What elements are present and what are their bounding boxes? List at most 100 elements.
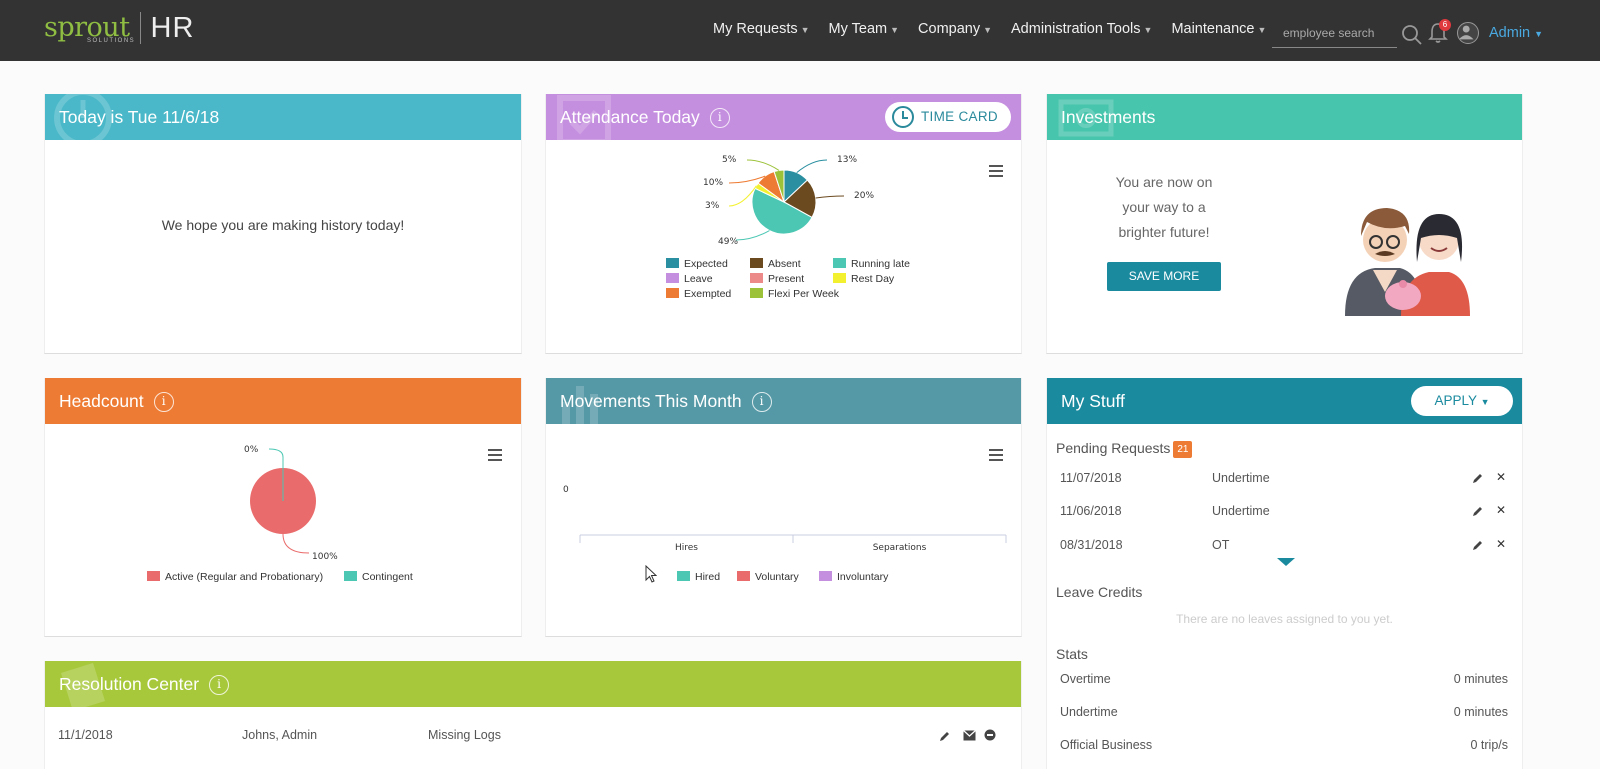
user-menu[interactable]: Admin ▼ <box>1489 25 1543 41</box>
show-more-caret-icon[interactable] <box>1277 558 1295 566</box>
menu-label: Maintenance <box>1171 21 1255 37</box>
legend-item[interactable]: Absent <box>750 258 801 270</box>
close-icon[interactable]: ✕ <box>1496 503 1506 517</box>
attendance-card: Attendance Today i TIME CARD ▼ 13% 20% 49% 3… <box>545 94 1022 354</box>
my-stuff-card: My Stuff APPLY ▼ Pending Requests 21 11/0… <box>1046 378 1523 769</box>
y-tick-label: 0 <box>563 485 569 495</box>
card-title: Movements This Month <box>560 391 742 411</box>
search-icon[interactable] <box>1401 24 1423 46</box>
legend-item[interactable]: Exempted <box>666 288 731 300</box>
main-menu: My Requests ▼ My Team ▼ Company ▼ Administr… <box>713 21 1285 37</box>
pie-connector <box>796 159 828 174</box>
legend-label: Rest Day <box>851 273 895 285</box>
pencil-icon[interactable] <box>1472 505 1484 517</box>
pie-label: 5% <box>722 155 737 165</box>
legend-swatch <box>666 258 679 268</box>
pencil-icon[interactable] <box>1472 472 1484 484</box>
legend-item[interactable]: Expected <box>666 258 728 270</box>
pie-connector <box>815 195 845 199</box>
time-card-button[interactable]: TIME CARD ▼ <box>885 102 1011 132</box>
legend-swatch <box>737 571 750 581</box>
pending-requests-title: Pending Requests 21 <box>1056 440 1193 458</box>
menu-company[interactable]: Company ▼ <box>918 21 992 37</box>
legend-item[interactable]: Contingent <box>344 571 413 583</box>
movements-card: Movements This Month i 0 Hires Separations … <box>545 378 1022 637</box>
pie-label: 100% <box>312 552 338 562</box>
legend-swatch <box>666 288 679 298</box>
resolution-header: Resolution Center i <box>45 661 1021 707</box>
user-name: Admin <box>1489 25 1531 41</box>
close-icon[interactable]: ✕ <box>1496 470 1506 484</box>
top-navbar: sprout SOLUTIONS HR My Requests ▼ My Team… <box>0 0 1600 61</box>
pie-label: 49% <box>718 237 738 247</box>
pie-connector <box>282 533 310 554</box>
legend-label: Voluntary <box>755 571 799 583</box>
movements-legend: Hired Voluntary Involuntary <box>677 571 977 587</box>
my-stuff-header: My Stuff APPLY ▼ <box>1047 378 1522 424</box>
employee-search-input[interactable] <box>1272 18 1397 48</box>
menu-my-team[interactable]: My Team ▼ <box>829 21 899 37</box>
card-title: Today is Tue 11/6/18 <box>59 107 220 127</box>
today-header: Today is Tue 11/6/18 <box>45 94 521 140</box>
legend-item[interactable]: Voluntary <box>737 571 799 583</box>
leave-credits-title: Leave Credits <box>1056 584 1143 600</box>
envelope-icon[interactable] <box>963 730 976 741</box>
legend-item[interactable]: Rest Day <box>833 273 894 285</box>
info-icon[interactable]: i <box>209 675 230 695</box>
caret-down-icon: ▼ <box>1143 25 1153 35</box>
button-label: TIME CARD <box>921 109 998 124</box>
legend-item[interactable]: Involuntary <box>819 571 888 583</box>
legend-label: Contingent <box>362 571 413 583</box>
section-label: Pending Requests <box>1056 440 1171 456</box>
card-title: Resolution Center <box>59 674 200 694</box>
headcount-legend: Active (Regular and Probationary) Conting… <box>147 571 447 587</box>
stat-value: 0 minutes <box>1453 705 1508 719</box>
couple-illustration-icon <box>1345 208 1470 316</box>
menu-label: My Team <box>828 21 888 37</box>
stat-label: Official Business <box>1060 738 1153 752</box>
request-type: Undertime <box>1212 471 1270 485</box>
pencil-icon[interactable] <box>939 730 951 742</box>
legend-swatch <box>819 571 832 581</box>
avatar[interactable] <box>1457 22 1479 44</box>
legend-swatch <box>833 258 846 268</box>
investments-header: Investments <box>1047 94 1522 140</box>
save-more-button[interactable]: SAVE MORE <box>1107 262 1221 291</box>
pie-label: 20% <box>854 191 874 201</box>
request-type: Undertime <box>1212 504 1270 518</box>
close-icon[interactable]: ✕ <box>1496 537 1506 551</box>
legend-item[interactable]: Running late <box>833 258 910 270</box>
x-tick-label: Hires <box>675 543 698 553</box>
legend-label: Absent <box>768 258 801 270</box>
info-icon[interactable]: i <box>153 392 174 412</box>
legend-swatch <box>147 571 160 581</box>
apply-button[interactable]: APPLY ▼ <box>1411 386 1513 416</box>
logo-text: sprout <box>44 12 130 43</box>
legend-swatch <box>666 273 679 283</box>
legend-swatch <box>750 288 763 298</box>
menu-maintenance[interactable]: Maintenance ▼ <box>1171 21 1266 37</box>
caret-down-icon: ▼ <box>983 25 993 35</box>
legend-swatch <box>677 571 690 581</box>
pie-label: 10% <box>703 178 723 188</box>
legend-swatch <box>750 258 763 268</box>
legend-item[interactable]: Flexi Per Week <box>750 288 839 300</box>
info-icon[interactable]: i <box>751 392 772 412</box>
menu-label: My Requests <box>713 21 798 37</box>
sprout-hr-logo[interactable]: sprout SOLUTIONS HR <box>44 10 194 46</box>
legend-item[interactable]: Active (Regular and Probationary) <box>147 571 323 583</box>
legend-item[interactable]: Hired <box>677 571 720 583</box>
menu-administration-tools[interactable]: Administration Tools ▼ <box>1011 21 1152 37</box>
legend-label: Active (Regular and Probationary) <box>165 571 324 583</box>
minus-circle-icon[interactable] <box>984 729 996 741</box>
legend-item[interactable]: Leave <box>666 273 713 285</box>
legend-item[interactable]: Present <box>750 273 804 285</box>
legend-label: Running late <box>851 258 910 270</box>
pencil-icon[interactable] <box>1472 539 1484 551</box>
caret-down-icon: ▼ <box>800 25 810 35</box>
menu-my-requests[interactable]: My Requests ▼ <box>713 21 810 37</box>
investments-message: You are now on your way to a brighter fu… <box>1115 174 1213 240</box>
stat-value: 0 minutes <box>1453 672 1508 686</box>
logo-subtext: SOLUTIONS <box>87 38 136 44</box>
info-icon[interactable]: i <box>709 108 730 128</box>
